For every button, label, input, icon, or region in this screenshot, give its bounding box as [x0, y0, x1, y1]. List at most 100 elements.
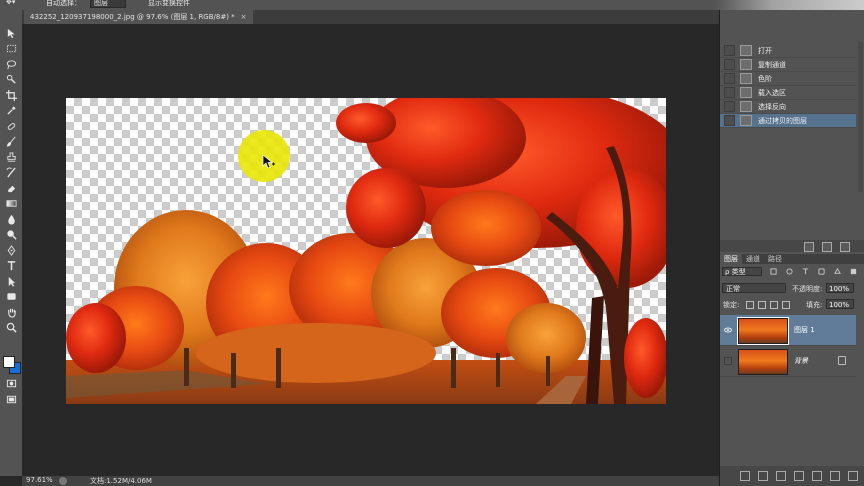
blend-mode-select[interactable]: 正常	[722, 283, 786, 293]
path-select-icon[interactable]	[3, 274, 19, 288]
history-snapshot-checkbox[interactable]	[724, 115, 735, 126]
new-snapshot-icon[interactable]	[822, 242, 832, 252]
gradient-icon[interactable]	[3, 196, 19, 210]
quick-mask-icon[interactable]	[3, 376, 19, 390]
quick-select-icon[interactable]	[3, 72, 19, 86]
foreground-color-swatch[interactable]	[3, 356, 15, 368]
history-item[interactable]: 复制通道	[720, 58, 856, 72]
new-document-from-state-icon[interactable]	[804, 242, 814, 252]
new-layer-icon[interactable]	[830, 471, 840, 481]
healing-icon[interactable]	[3, 119, 19, 133]
zoom-level[interactable]: 97.61%	[26, 476, 53, 484]
pen-icon[interactable]	[3, 243, 19, 257]
history-snapshot-checkbox[interactable]	[724, 101, 735, 112]
history-item-label: 打开	[758, 46, 772, 55]
history-item-label: 色阶	[758, 74, 772, 83]
right-panel-column: 打开 复制通道 色阶 载入选区 选择反向 通过拷贝的图层 图层 通道 路径 ρ …	[720, 10, 864, 486]
blur-icon[interactable]	[3, 212, 19, 226]
history-item-active[interactable]: 通过拷贝的图层	[720, 114, 856, 128]
opacity-label: 不透明度:	[792, 285, 823, 293]
shape-icon[interactable]	[3, 289, 19, 303]
visibility-eye-icon[interactable]	[724, 326, 732, 334]
layer-thumbnail	[738, 349, 788, 375]
history-snapshot-checkbox[interactable]	[724, 73, 735, 84]
dodge-icon[interactable]	[3, 227, 19, 241]
history-item[interactable]: 色阶	[720, 72, 856, 86]
layers-panel-tabs: 图层 通道 路径	[720, 254, 864, 264]
adjustment-layer-icon[interactable]	[794, 471, 804, 481]
filter-type-icon[interactable]	[802, 268, 809, 275]
fill-input[interactable]: 100%	[826, 299, 854, 309]
history-state-icon	[740, 73, 752, 84]
autumn-trees-image	[66, 98, 666, 404]
history-item[interactable]: 打开	[720, 44, 856, 58]
document-tab-bar: 432252_120937198000_2.jpg @ 97.6% (图层 1,…	[22, 10, 719, 24]
filter-adjustment-icon[interactable]	[786, 268, 793, 275]
history-brush-icon[interactable]	[3, 165, 19, 179]
history-item[interactable]: 载入选区	[720, 86, 856, 100]
marquee-icon[interactable]	[3, 41, 19, 55]
layer-name[interactable]: 图层 1	[794, 325, 815, 335]
tab-layers[interactable]: 图层	[720, 254, 742, 264]
history-item-label: 复制通道	[758, 60, 786, 69]
move-icon[interactable]	[3, 26, 19, 40]
history-state-icon	[740, 101, 752, 112]
layer-lock-icon	[838, 356, 846, 365]
opacity-input[interactable]: 100%	[826, 283, 854, 293]
zoom-icon[interactable]	[3, 320, 19, 334]
layer-filter-kind-select[interactable]: ρ 类型	[722, 267, 762, 276]
eyedropper-icon[interactable]	[3, 103, 19, 117]
lasso-icon[interactable]	[3, 57, 19, 71]
tab-channels[interactable]: 通道	[742, 254, 764, 264]
move-cursor-icon	[262, 154, 275, 169]
history-item[interactable]: 选择反向	[720, 100, 856, 114]
move-tool-preset-icon[interactable]: ✥▾	[6, 0, 15, 6]
status-menu-icon[interactable]	[59, 477, 67, 485]
lock-transparent-icon[interactable]	[746, 301, 754, 309]
add-mask-icon[interactable]	[776, 471, 786, 481]
delete-state-icon[interactable]	[840, 242, 850, 252]
history-panel: 打开 复制通道 色阶 载入选区 选择反向 通过拷贝的图层	[720, 42, 856, 192]
screen-mode-icon[interactable]	[3, 392, 19, 406]
link-layers-icon[interactable]	[740, 471, 750, 481]
layer-name[interactable]: 背景	[794, 356, 808, 366]
lock-all-icon[interactable]	[782, 301, 790, 309]
lock-image-icon[interactable]	[758, 301, 766, 309]
auto-select-value: 图层	[94, 0, 108, 7]
show-transform-controls[interactable]: 显示变换控件	[148, 0, 190, 8]
history-state-icon	[740, 45, 752, 56]
history-state-icon	[740, 87, 752, 98]
layer-row[interactable]: 背景	[720, 346, 856, 377]
eraser-icon[interactable]	[3, 181, 19, 195]
delete-layer-icon[interactable]	[848, 471, 858, 481]
stamp-icon[interactable]	[3, 150, 19, 164]
history-snapshot-checkbox[interactable]	[724, 45, 735, 56]
document-canvas[interactable]	[66, 98, 666, 404]
layers-footer	[720, 466, 864, 486]
brush-icon[interactable]	[3, 134, 19, 148]
visibility-toggle[interactable]	[724, 357, 732, 365]
crop-icon[interactable]	[3, 88, 19, 102]
document-tab[interactable]: 432252_120937198000_2.jpg @ 97.6% (图层 1,…	[24, 10, 253, 24]
tab-paths[interactable]: 路径	[764, 254, 786, 264]
auto-select-label[interactable]: 自动选择：	[46, 0, 81, 8]
close-tab-icon[interactable]: ×	[241, 13, 247, 21]
lock-position-icon[interactable]	[770, 301, 778, 309]
filter-pixel-icon[interactable]	[770, 268, 777, 275]
history-snapshot-checkbox[interactable]	[724, 59, 735, 70]
history-item-label: 载入选区	[758, 88, 786, 97]
type-icon[interactable]	[3, 258, 19, 272]
layer-style-icon[interactable]	[758, 471, 768, 481]
filter-smart-object-icon[interactable]	[834, 268, 841, 275]
lock-label: 锁定:	[723, 301, 740, 309]
history-footer	[720, 240, 864, 252]
filter-shape-icon[interactable]	[818, 268, 825, 275]
layer-thumbnail	[737, 317, 789, 345]
history-scrollbar[interactable]	[858, 42, 863, 192]
history-state-icon	[740, 59, 752, 70]
new-group-icon[interactable]	[812, 471, 822, 481]
hand-icon[interactable]	[3, 305, 19, 319]
filter-toggle-icon[interactable]	[850, 268, 857, 275]
layer-row-selected[interactable]: 图层 1	[720, 315, 856, 346]
history-snapshot-checkbox[interactable]	[724, 87, 735, 98]
